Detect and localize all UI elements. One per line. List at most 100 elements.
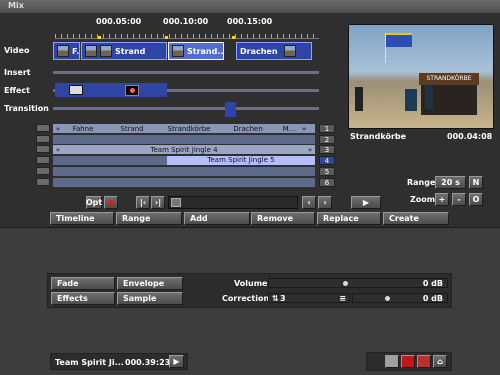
correction-track-select[interactable]: ⇅ 3 ≡ — [268, 293, 350, 303]
correction-track-icon: ⇅ — [272, 294, 279, 303]
effects-button[interactable]: Effects — [51, 292, 115, 305]
track-number[interactable]: 5 — [319, 167, 335, 176]
timeline-ruler[interactable] — [55, 27, 319, 39]
track-toggle-button[interactable] — [36, 178, 50, 186]
arrow-left-icon: ‹ — [307, 198, 311, 207]
effect-track-label: Effect — [4, 86, 30, 95]
envelope-button[interactable]: Envelope — [117, 277, 183, 290]
audio-track-row[interactable] — [53, 178, 315, 187]
video-clip[interactable]: Drachen — [236, 42, 312, 60]
video-clip[interactable]: Strand — [81, 42, 167, 60]
record-button[interactable] — [104, 196, 118, 209]
range-value-button[interactable]: 20 s — [435, 176, 466, 189]
volume-label: Volume — [234, 279, 268, 288]
clip-label: F... — [72, 46, 80, 56]
ruler-timecode: 000.15:00 — [227, 17, 273, 26]
remove-button[interactable]: Remove — [251, 212, 315, 225]
volume-slider[interactable]: 0 dB — [268, 278, 448, 288]
track-toggle-button[interactable] — [36, 135, 50, 143]
zoom-fit-button[interactable]: O — [469, 193, 483, 206]
insert-track[interactable] — [53, 71, 319, 74]
zoom-label: Zoom — [410, 195, 436, 204]
menu-icon: ≡ — [339, 294, 346, 303]
fade-button[interactable]: Fade — [51, 277, 115, 290]
range-n-button[interactable]: N — [469, 176, 483, 189]
track-number[interactable]: 4 — [319, 156, 335, 165]
jump-end-button[interactable]: ›| — [151, 196, 165, 209]
audio-clip-label: Team Spirit Jingle 5 — [207, 156, 275, 164]
track-number[interactable]: 2 — [319, 135, 335, 144]
range-button[interactable]: Range — [116, 212, 182, 225]
audio-clip-row[interactable]: « Team Spirit Jingle 4 » — [53, 145, 315, 154]
audio-clip-selected[interactable]: Team Spirit Jingle 5 — [167, 156, 315, 165]
audio-track-row[interactable] — [53, 167, 315, 176]
volume-value: 0 dB — [422, 279, 443, 288]
scene-row[interactable]: « Fahne Strand Strandkörbe Drachen M... … — [53, 124, 315, 133]
preview-clip-name: Strandkörbe — [350, 132, 407, 141]
track-number[interactable]: 3 — [319, 145, 335, 154]
play-icon: ▶ — [173, 357, 180, 366]
correction-value: 0 dB — [422, 294, 443, 303]
create-button[interactable]: Create — [383, 212, 449, 225]
correction-track-value: 3 — [280, 294, 286, 303]
correction-knob[interactable] — [385, 296, 390, 301]
preview-timecode: 000.04:08 — [447, 132, 493, 141]
sample-button[interactable]: Sample — [117, 292, 183, 305]
track-number[interactable]: 1 — [319, 124, 335, 133]
play-button[interactable]: ▶ — [351, 196, 381, 209]
ruler-timecode: 000.05:00 — [96, 17, 142, 26]
jump-start-button[interactable]: |‹ — [136, 196, 150, 209]
record-icon — [108, 199, 114, 206]
scroll-left-arrow[interactable]: « — [53, 146, 63, 154]
status-clip-name: Team Spirit Ji... — [55, 358, 124, 367]
zoom-in-button[interactable]: + — [435, 193, 449, 206]
status-timecode: 000.39:23 — [125, 358, 171, 367]
video-clip[interactable]: F... — [53, 42, 80, 60]
scroll-right-arrow[interactable]: » — [305, 146, 315, 154]
track-toggle-button[interactable] — [36, 124, 50, 132]
tools-icon[interactable] — [417, 355, 431, 368]
play-icon: ▶ — [362, 198, 370, 207]
track-toggle-button[interactable] — [36, 156, 50, 164]
scroll-left-arrow[interactable]: « — [53, 125, 63, 133]
home-icon[interactable]: ⌂ — [433, 355, 447, 368]
timeline-scrollbar[interactable] — [168, 196, 298, 209]
clip-thumbnail — [85, 45, 97, 57]
skip-start-icon: |‹ — [139, 198, 147, 207]
audio-track-row[interactable] — [53, 135, 315, 144]
scene-label: Strandkörbe — [167, 124, 211, 133]
track-number[interactable]: 6 — [319, 178, 335, 187]
timeline-button[interactable]: Timeline — [50, 212, 114, 225]
scrollbar-thumb[interactable] — [171, 198, 181, 207]
zoom-out-button[interactable]: - — [452, 193, 466, 206]
keyboard-icon — [69, 85, 83, 95]
correction-slider[interactable]: 0 dB — [352, 293, 448, 303]
status-panel: Team Spirit Ji... 000.39:23 — [50, 353, 188, 370]
clip-thumbnail — [172, 45, 184, 57]
status-play-button[interactable]: ▶ — [169, 355, 184, 368]
video-track-label: Video — [4, 46, 30, 55]
video-clip-selected[interactable]: Strand... — [168, 42, 224, 60]
step-forward-button[interactable]: › — [318, 196, 332, 209]
track-toggle-button[interactable] — [36, 145, 50, 153]
film-icon[interactable] — [385, 355, 399, 368]
transition-track-label: Transition — [4, 104, 49, 113]
clip-thumbnail — [100, 45, 112, 57]
replace-button[interactable]: Replace — [317, 212, 381, 225]
arrow-right-icon: › — [323, 198, 327, 207]
step-back-button[interactable]: ‹ — [302, 196, 316, 209]
transition-track[interactable] — [53, 107, 319, 110]
house-glyph-icon: ⌂ — [437, 357, 443, 366]
scroll-right-arrow[interactable]: » — [299, 125, 309, 133]
clip-label: Drachen — [240, 46, 278, 56]
add-button[interactable]: Add — [184, 212, 250, 225]
volume-knob[interactable] — [343, 281, 348, 286]
person-figure — [355, 87, 363, 111]
track-toggle-button[interactable] — [36, 167, 50, 175]
transition-clip[interactable] — [225, 102, 236, 117]
opt-button[interactable]: Opt — [86, 196, 102, 209]
preview-image: STRANDKÖRBE — [348, 24, 494, 129]
record-icon[interactable] — [401, 355, 415, 368]
window-title: Mix — [8, 1, 24, 10]
scene-label: Strand — [120, 124, 144, 133]
